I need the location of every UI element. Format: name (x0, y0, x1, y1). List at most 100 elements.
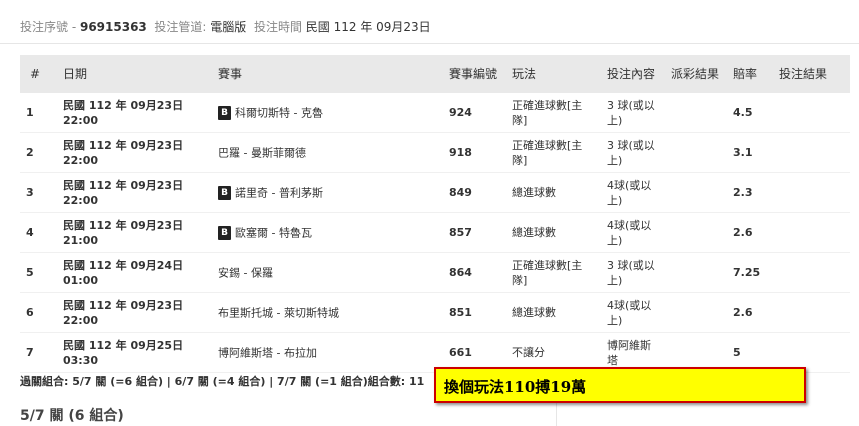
table-row: 5 民國 112 年 09月24日 01:00 安錫 - 保羅 864 正確進球數[主隊]… (20, 253, 850, 293)
row-odds: 2.3 (733, 186, 753, 199)
row-index: 4 (26, 226, 34, 239)
row-match-no: 924 (449, 106, 472, 119)
combo-summary: 過關組合: 5/7 關 (=6 組合) | 6/7 關 (=4 組合) | 7/… (20, 375, 425, 388)
row-payout (665, 173, 727, 213)
row-date-time: 03:30 (63, 353, 99, 367)
row-payout (665, 293, 727, 333)
table-row: 1 民國 112 年 09月23日 22:00 B 科爾切斯特 - 克魯 924 正確進球數… (20, 93, 850, 133)
bet-info-bar: 投注序號 - 96915363 投注管道: 電腦版 投注時間 民國 112 年 … (20, 18, 431, 35)
col-index: # (30, 66, 41, 81)
col-match-no: 賽事編號 (449, 66, 498, 81)
bonus-badge-icon: B (218, 105, 231, 120)
row-match-no: 851 (449, 306, 472, 319)
row-match: B 歐塞爾 - 特魯瓦 (212, 213, 443, 253)
row-result (773, 133, 850, 173)
row-date: 民國 112 年 09月24日 01:00 (57, 253, 212, 293)
row-play: 正確進球數[主隊] (512, 98, 583, 127)
row-play: 正確進球數[主隊] (512, 138, 583, 167)
row-date-day: 民國 112 年 09月23日 (63, 138, 184, 152)
row-date-time: 21:00 (63, 233, 99, 247)
row-date-day: 民國 112 年 09月23日 (63, 98, 184, 112)
row-index: 2 (26, 146, 34, 159)
row-content: 4球(或以上) (607, 218, 652, 247)
row-index: 1 (26, 106, 34, 119)
row-match-no: 849 (449, 186, 472, 199)
row-content: 3 球(或以上) (607, 138, 655, 167)
col-date: 日期 (63, 66, 88, 81)
row-play: 總進球數 (512, 186, 556, 199)
row-payout (665, 213, 727, 253)
table-row: 4 民國 112 年 09月23日 21:00 B 歐塞爾 - 特魯瓦 857 總進球數 4球… (20, 213, 850, 253)
row-date-day: 民國 112 年 09月25日 (63, 338, 184, 352)
row-index: 3 (26, 186, 34, 199)
time-value: 民國 112 年 09月23日 (305, 20, 431, 34)
row-match-name: 博阿維斯塔 - 布拉加 (218, 346, 317, 360)
row-result (773, 293, 850, 333)
row-date-day: 民國 112 年 09月23日 (63, 178, 184, 192)
section-title: 5/7 關 (6 組合) (20, 408, 124, 424)
row-match: 巴羅 - 曼斯菲爾德 (212, 133, 443, 173)
row-date-time: 01:00 (63, 273, 99, 287)
row-date-day: 民國 112 年 09月23日 (63, 218, 184, 232)
row-payout (665, 253, 727, 293)
bonus-badge-icon: B (218, 225, 231, 240)
row-play: 總進球數 (512, 306, 556, 319)
row-date-day: 民國 112 年 09月24日 (63, 258, 184, 272)
row-odds: 7.25 (733, 266, 761, 279)
row-result (773, 93, 850, 133)
row-index: 6 (26, 306, 34, 319)
bets-table: # 日期 賽事 賽事編號 玩法 投注內容 派彩結果 賠率 投注結果 1 民國 11… (20, 55, 850, 373)
table-row: 2 民國 112 年 09月23日 22:00 巴羅 - 曼斯菲爾德 918 正確進球數[… (20, 133, 850, 173)
time-label: 投注時間 (253, 20, 302, 34)
row-index: 5 (26, 266, 34, 279)
row-content: 4球(或以上) (607, 298, 652, 327)
row-match: B 科爾切斯特 - 克魯 (212, 93, 443, 133)
row-match-name: 諾里奇 - 普利茅斯 (235, 186, 323, 200)
row-match: 安錫 - 保羅 (212, 253, 443, 293)
row-payout (665, 93, 727, 133)
row-match-name: 巴羅 - 曼斯菲爾德 (218, 146, 306, 160)
col-result: 投注結果 (779, 66, 828, 81)
row-match-name: 歐塞爾 - 特魯瓦 (235, 226, 312, 240)
row-date-time: 22:00 (63, 193, 99, 207)
header-divider (0, 43, 859, 44)
row-date-day: 民國 112 年 09月23日 (63, 298, 184, 312)
table-row: 3 民國 112 年 09月23日 22:00 B 諾里奇 - 普利茅斯 849 總進球數 4… (20, 173, 850, 213)
row-odds: 2.6 (733, 226, 753, 239)
col-odds: 賠率 (733, 66, 758, 81)
row-match-no: 864 (449, 266, 472, 279)
col-content: 投注內容 (607, 66, 656, 81)
row-date: 民國 112 年 09月23日 22:00 (57, 293, 212, 333)
row-match-name: 安錫 - 保羅 (218, 266, 273, 280)
table-header-row: # 日期 賽事 賽事編號 玩法 投注內容 派彩結果 賠率 投注結果 (20, 55, 850, 93)
row-date: 民國 112 年 09月23日 22:00 (57, 133, 212, 173)
row-date: 民國 112 年 09月23日 21:00 (57, 213, 212, 253)
row-play: 正確進球數[主隊] (512, 258, 583, 287)
row-match-no: 857 (449, 226, 472, 239)
row-date: 民國 112 年 09月25日 03:30 (57, 333, 212, 373)
channel-value: 電腦版 (210, 20, 247, 34)
row-payout (665, 133, 727, 173)
col-payout: 派彩結果 (671, 66, 720, 81)
row-odds: 4.5 (733, 106, 753, 119)
row-result (773, 173, 850, 213)
row-date-time: 22:00 (63, 313, 99, 327)
row-match: 博阿維斯塔 - 布拉加 (212, 333, 443, 373)
row-result (773, 253, 850, 293)
row-match-name: 布里斯托城 - 萊切斯特城 (218, 306, 339, 320)
row-date-time: 22:00 (63, 113, 99, 127)
row-match: 布里斯托城 - 萊切斯特城 (212, 293, 443, 333)
row-match: B 諾里奇 - 普利茅斯 (212, 173, 443, 213)
annotation-text: 換個玩法110搏19萬 (444, 378, 587, 396)
col-match: 賽事 (218, 66, 243, 81)
serial-value: 96915363 (79, 20, 147, 34)
row-result (773, 213, 850, 253)
row-match-no: 918 (449, 146, 472, 159)
row-content: 4球(或以上) (607, 178, 652, 207)
row-odds: 2.6 (733, 306, 753, 319)
channel-label: 投注管道: (154, 20, 207, 34)
bonus-badge-icon: B (218, 185, 231, 200)
serial-label: 投注序號 - (20, 20, 77, 34)
col-play: 玩法 (512, 66, 537, 81)
table-row: 6 民國 112 年 09月23日 22:00 布里斯托城 - 萊切斯特城 851 總進球… (20, 293, 850, 333)
